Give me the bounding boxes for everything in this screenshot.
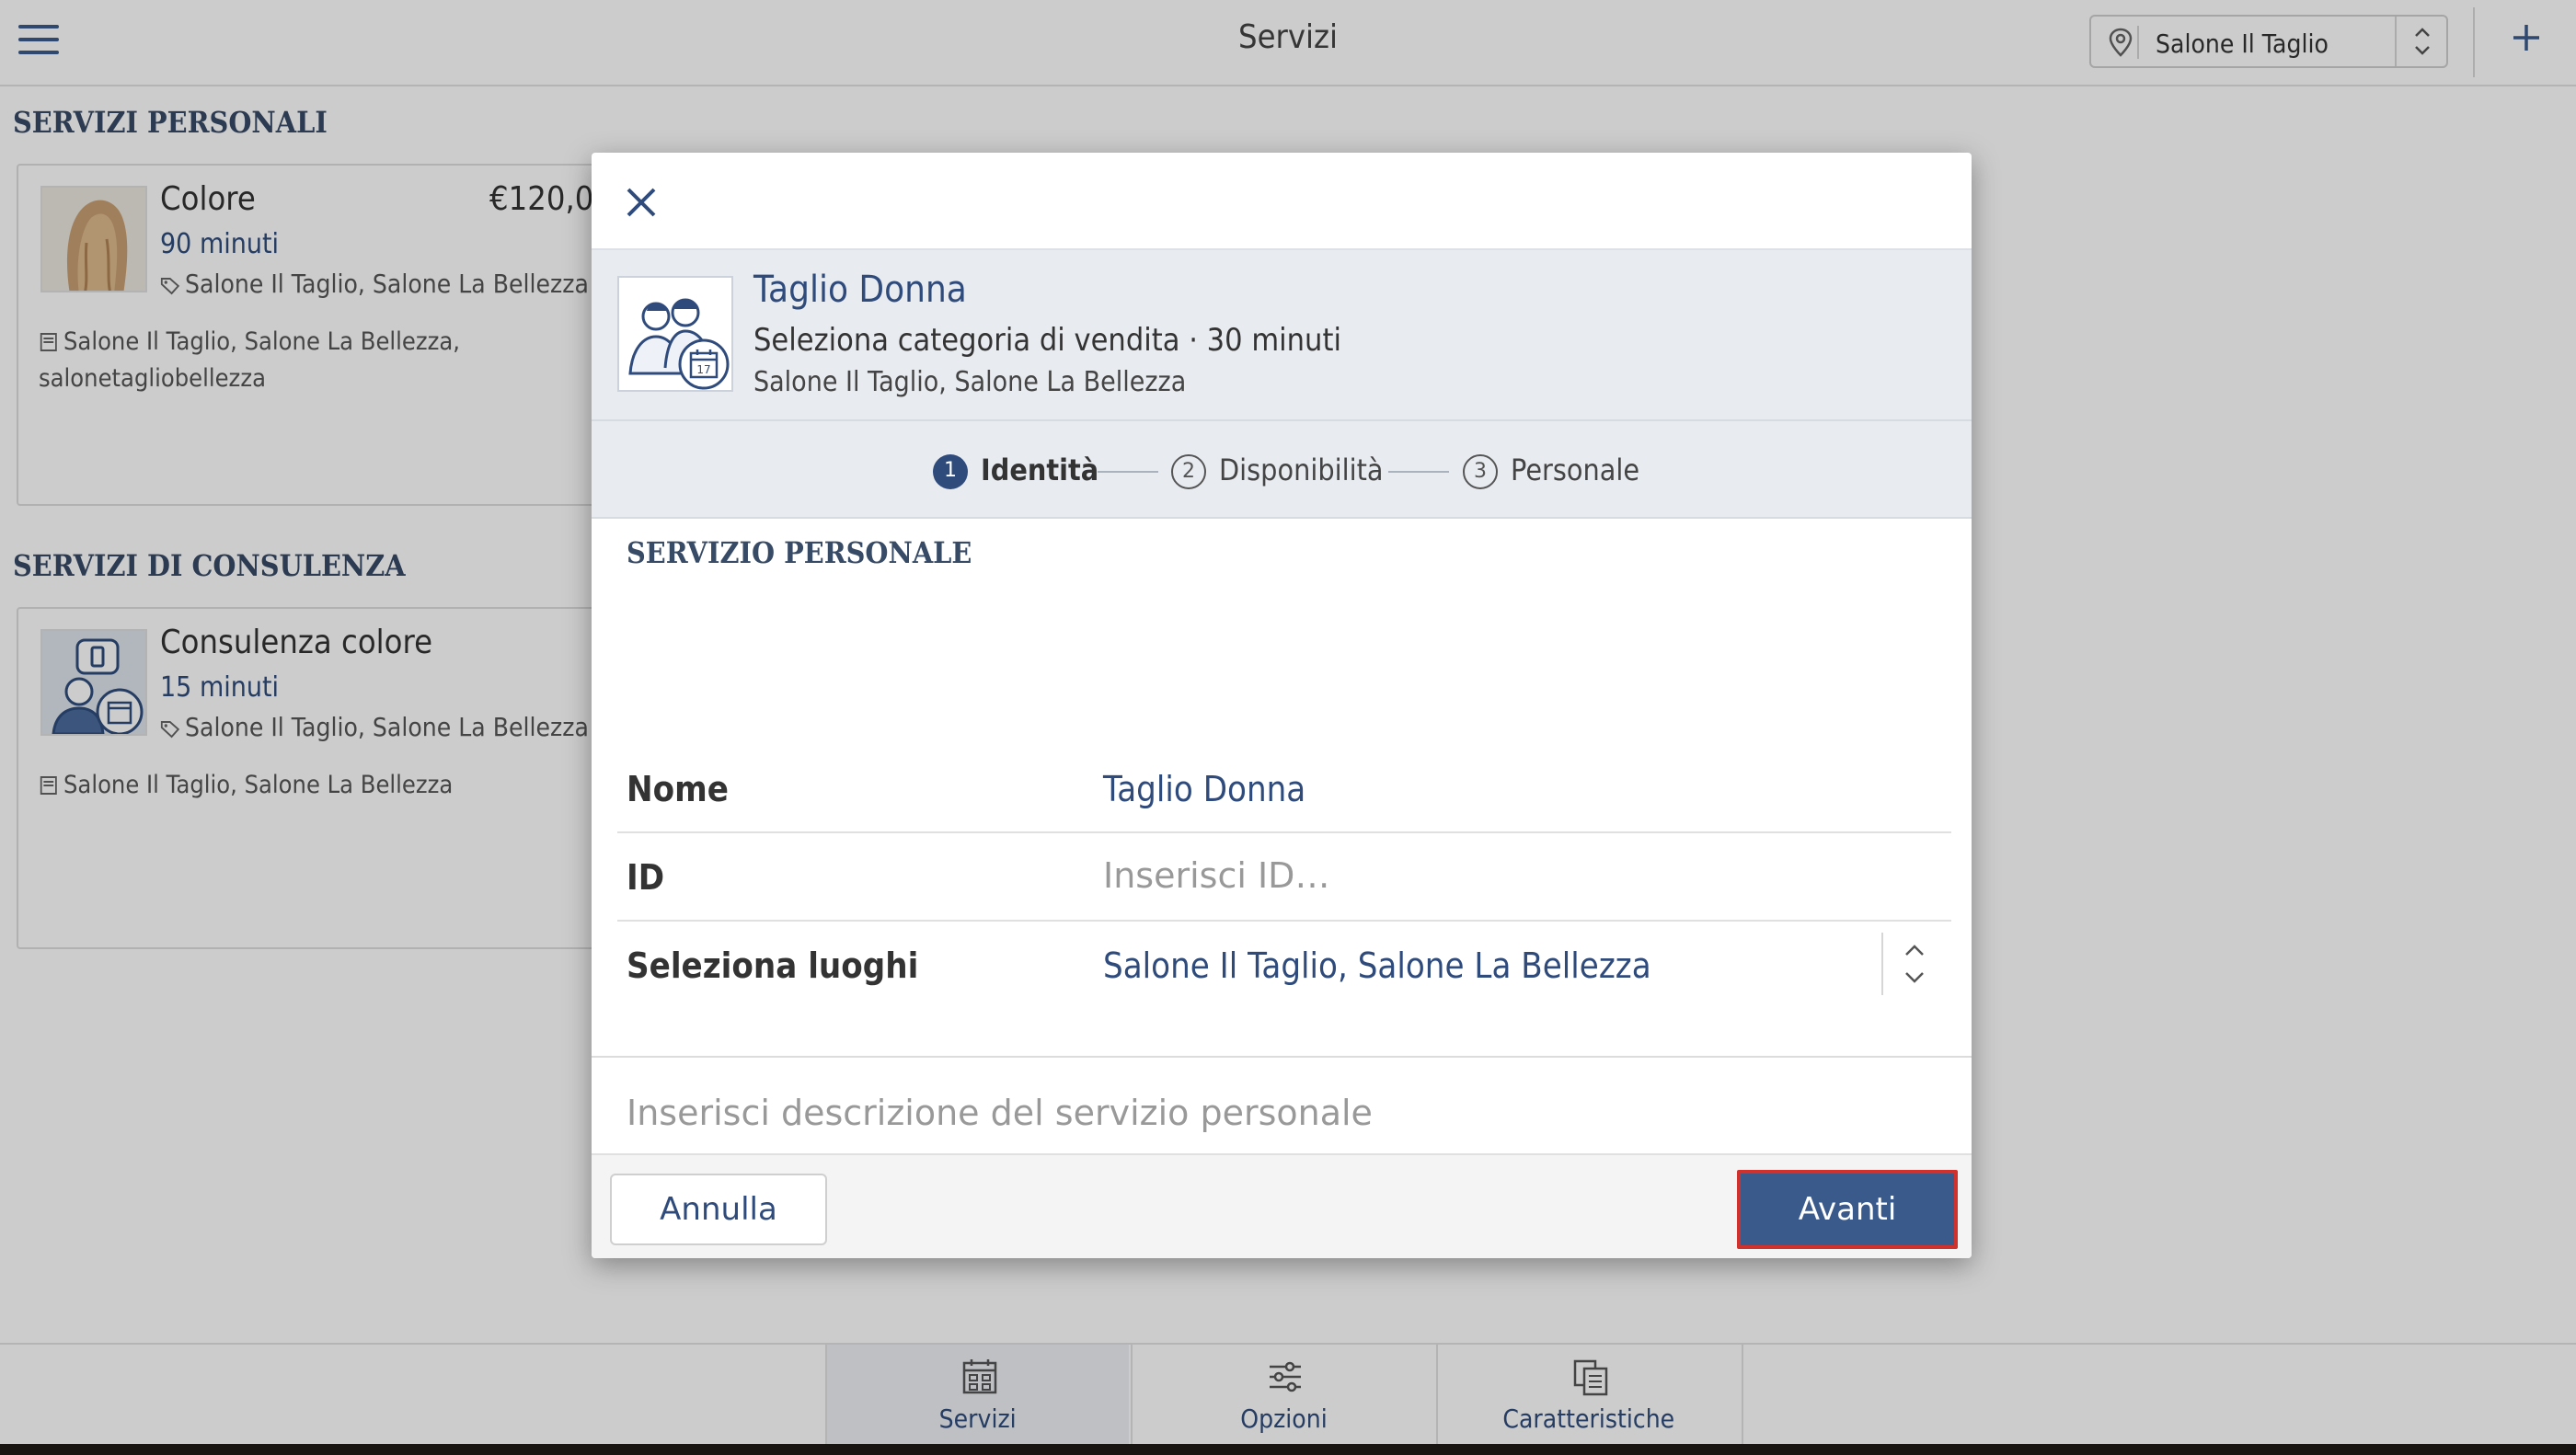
cancel-button[interactable]: Annulla <box>610 1174 827 1245</box>
places-picker-arrows-icon[interactable] <box>1881 933 1946 995</box>
new-service-dialog: 17 Taglio Donna Seleziona categoria di v… <box>592 153 1972 1258</box>
staff-calendar-icon: 17 <box>617 276 733 392</box>
name-field[interactable]: Taglio Donna <box>1103 769 1328 809</box>
next-button[interactable]: Avanti <box>1737 1170 1958 1249</box>
dialog-service-locations: Salone Il Taglio, Salone La Bellezza <box>753 366 1187 398</box>
close-button[interactable] <box>623 184 660 221</box>
close-icon <box>627 188 656 217</box>
step-connector <box>1388 471 1449 473</box>
dialog-footer: Annulla Avanti <box>592 1153 1972 1258</box>
form-section-title: SERVIZIO PERSONALE <box>627 535 972 570</box>
places-row[interactable]: Seleziona luoghi Salone Il Taglio, Salon… <box>617 922 1951 1010</box>
id-input[interactable] <box>1103 850 1839 901</box>
svg-text:17: 17 <box>696 363 710 376</box>
wizard-steps: 1 Identità 2 Disponibilità 3 Personale <box>592 419 1972 519</box>
id-label: ID <box>627 857 665 898</box>
name-label: Nome <box>627 769 729 809</box>
dialog-service-title: Taglio Donna <box>753 269 967 311</box>
id-row: ID <box>617 833 1951 922</box>
dialog-service-subtitle: Seleziona categoria di vendita · 30 minu… <box>753 322 1341 359</box>
places-label: Seleziona luoghi <box>627 945 919 986</box>
places-value: Salone Il Taglio, Salone La Bellezza <box>1103 945 1651 986</box>
dialog-header: 17 Taglio Donna Seleziona categoria di v… <box>592 248 1972 419</box>
step-connector <box>1098 471 1158 473</box>
divider <box>592 1056 1972 1058</box>
name-row: Nome Taglio Donna <box>617 745 1951 833</box>
